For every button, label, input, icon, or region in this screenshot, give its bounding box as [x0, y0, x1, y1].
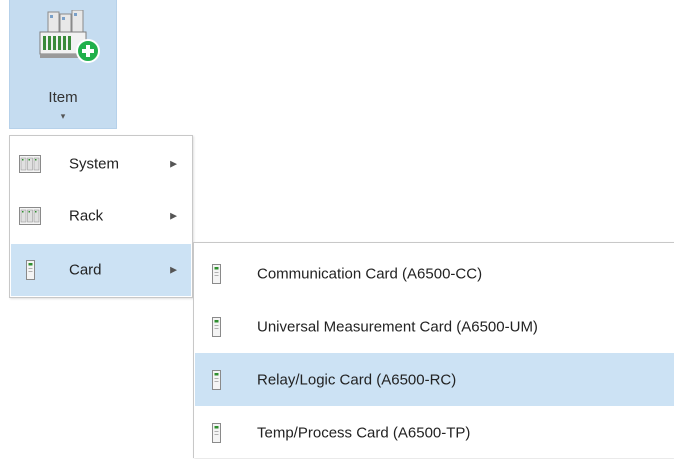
submenu-item-label: Relay/Logic Card (A6500-RC) [257, 371, 457, 388]
submenu-arrow-icon: ▶ [170, 210, 177, 221]
menu-item-label: System [69, 155, 120, 173]
submenu-item-communication-card[interactable]: Communication Card (A6500-CC) [195, 247, 674, 300]
submenu-arrow-icon: ▶ [170, 264, 177, 275]
submenu-item-label: Communication Card (A6500-CC) [257, 265, 483, 282]
submenu-item-label: Universal Measurement Card (A6500-UM) [257, 318, 538, 335]
menu-item-card[interactable]: Card ▶ [11, 244, 191, 296]
card-icon [212, 422, 221, 443]
chevron-down-icon: ▾ [60, 111, 66, 121]
card-icon [212, 369, 221, 390]
add-item-icon [39, 10, 100, 63]
card-icon [26, 260, 35, 280]
menu-item-system[interactable]: System ▶ [11, 138, 191, 190]
system-rack-icon [19, 207, 41, 225]
submenu-item-label: Temp/Process Card (A6500-TP) [257, 424, 471, 441]
menu-item-rack[interactable]: Rack ▶ [11, 190, 191, 242]
submenu-item-temp-process-card[interactable]: Temp/Process Card (A6500-TP) [195, 406, 674, 459]
item-button-label: Item [48, 89, 78, 106]
submenu-item-universal-measurement-card[interactable]: Universal Measurement Card (A6500-UM) [195, 300, 674, 353]
submenu-arrow-icon: ▶ [170, 158, 177, 169]
system-rack-icon [19, 155, 41, 173]
menu-item-label: Rack [69, 207, 104, 225]
card-icon [212, 263, 221, 284]
submenu-item-relay-logic-card[interactable]: Relay/Logic Card (A6500-RC) [195, 353, 674, 406]
menu-item-label: Card [69, 261, 102, 279]
item-ribbon-button[interactable]: Item ▾ [9, 0, 117, 129]
card-submenu: Communication Card (A6500-CC) Universal … [193, 242, 674, 458]
item-dropdown-menu: System ▶ Rack ▶ Card ▶ [9, 135, 193, 298]
card-icon [212, 316, 221, 337]
